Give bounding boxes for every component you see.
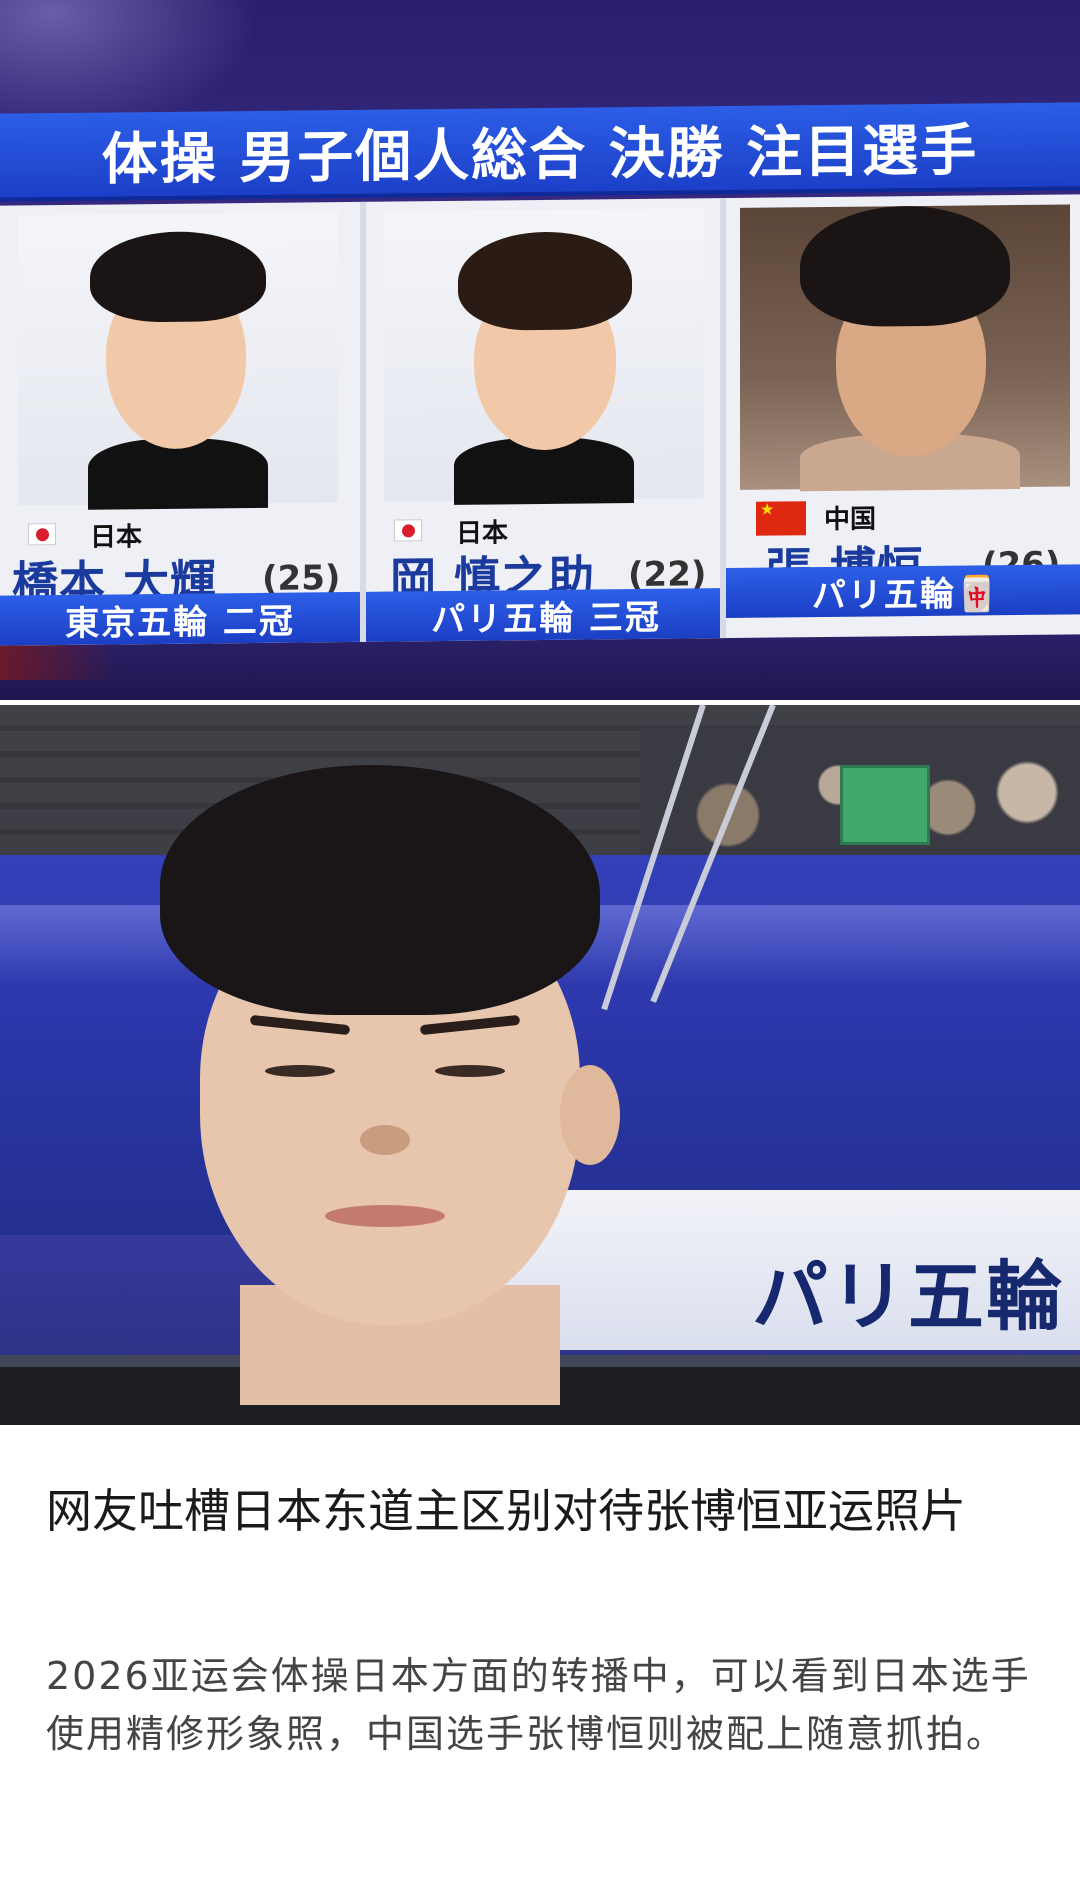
japan-flag-icon — [28, 523, 56, 546]
medal-bar: パリ五輪🀄 — [726, 564, 1080, 619]
athlete-country: 中国 — [824, 504, 877, 536]
graphic-title: 体操 男子個人総合 決勝 注目選手 — [101, 117, 979, 193]
article-headline[interactable]: 网友吐槽日本东道主区别对待张博恒亚运照片 — [46, 1477, 1036, 1545]
athlete-hair — [90, 230, 266, 323]
medal-bar: パリ五輪 三冠 — [366, 588, 720, 642]
broadcast-photo: パリ五輪 — [0, 705, 1080, 1425]
arena-wall-text: パリ五輪 — [752, 1252, 1064, 1341]
medal-bar: 東京五輪 二冠 — [0, 591, 360, 646]
athlete-photo-2 — [384, 208, 704, 505]
athlete-cards: 日本 橋本 大輝 (25) 東京五輪 二冠 日本 岡 慎之助 (22) パリ五輪… — [0, 194, 1080, 646]
china-flag-icon — [756, 501, 806, 536]
athlete-hair — [160, 765, 600, 1015]
athlete-medals: 東京五輪 二冠 — [65, 601, 295, 644]
athlete-mouth — [325, 1205, 445, 1227]
japan-flag-icon — [394, 519, 422, 542]
graphic-title-bar: 体操 男子個人総合 決勝 注目選手 — [0, 102, 1080, 202]
athlete-card-3: 中国 張 博恒 (26) パリ五輪🀄 — [720, 194, 1080, 639]
athlete-eye — [265, 1065, 335, 1077]
athlete-card-2: 日本 岡 慎之助 (22) パリ五輪 三冠 — [360, 198, 720, 642]
athlete-nose — [360, 1125, 410, 1155]
athlete-card-1: 日本 橋本 大輝 (25) 東京五輪 二冠 — [0, 201, 360, 646]
athlete-ear — [560, 1065, 620, 1165]
athlete-graphic: 体操 男子個人総合 決勝 注目選手 日本 橋本 大輝 (25) 東京五輪 二冠 — [0, 102, 1080, 646]
athlete-hair — [458, 231, 632, 331]
tv-graphic-photo: 体操 男子個人総合 決勝 注目選手 日本 橋本 大輝 (25) 東京五輪 二冠 — [0, 0, 1080, 700]
athlete-medals: パリ五輪🀄 — [811, 573, 1001, 616]
athlete-medals: パリ五輪 三冠 — [431, 597, 661, 640]
exit-sign-icon — [840, 765, 930, 845]
article-text-area: 网友吐槽日本东道主区别对待张博恒亚运照片 2026亚运会体操日本方面的转播中，可… — [0, 1425, 1080, 1889]
athlete-eye — [435, 1065, 505, 1077]
athlete-photo-1 — [18, 212, 338, 510]
article-summary: 2026亚运会体操日本方面的转播中，可以看到日本选手使用精修形象照，中国选手张博… — [46, 1654, 1031, 1756]
athlete-closeup — [120, 765, 640, 1405]
athlete-photo-3 — [740, 204, 1070, 492]
athlete-hair — [800, 205, 1010, 328]
